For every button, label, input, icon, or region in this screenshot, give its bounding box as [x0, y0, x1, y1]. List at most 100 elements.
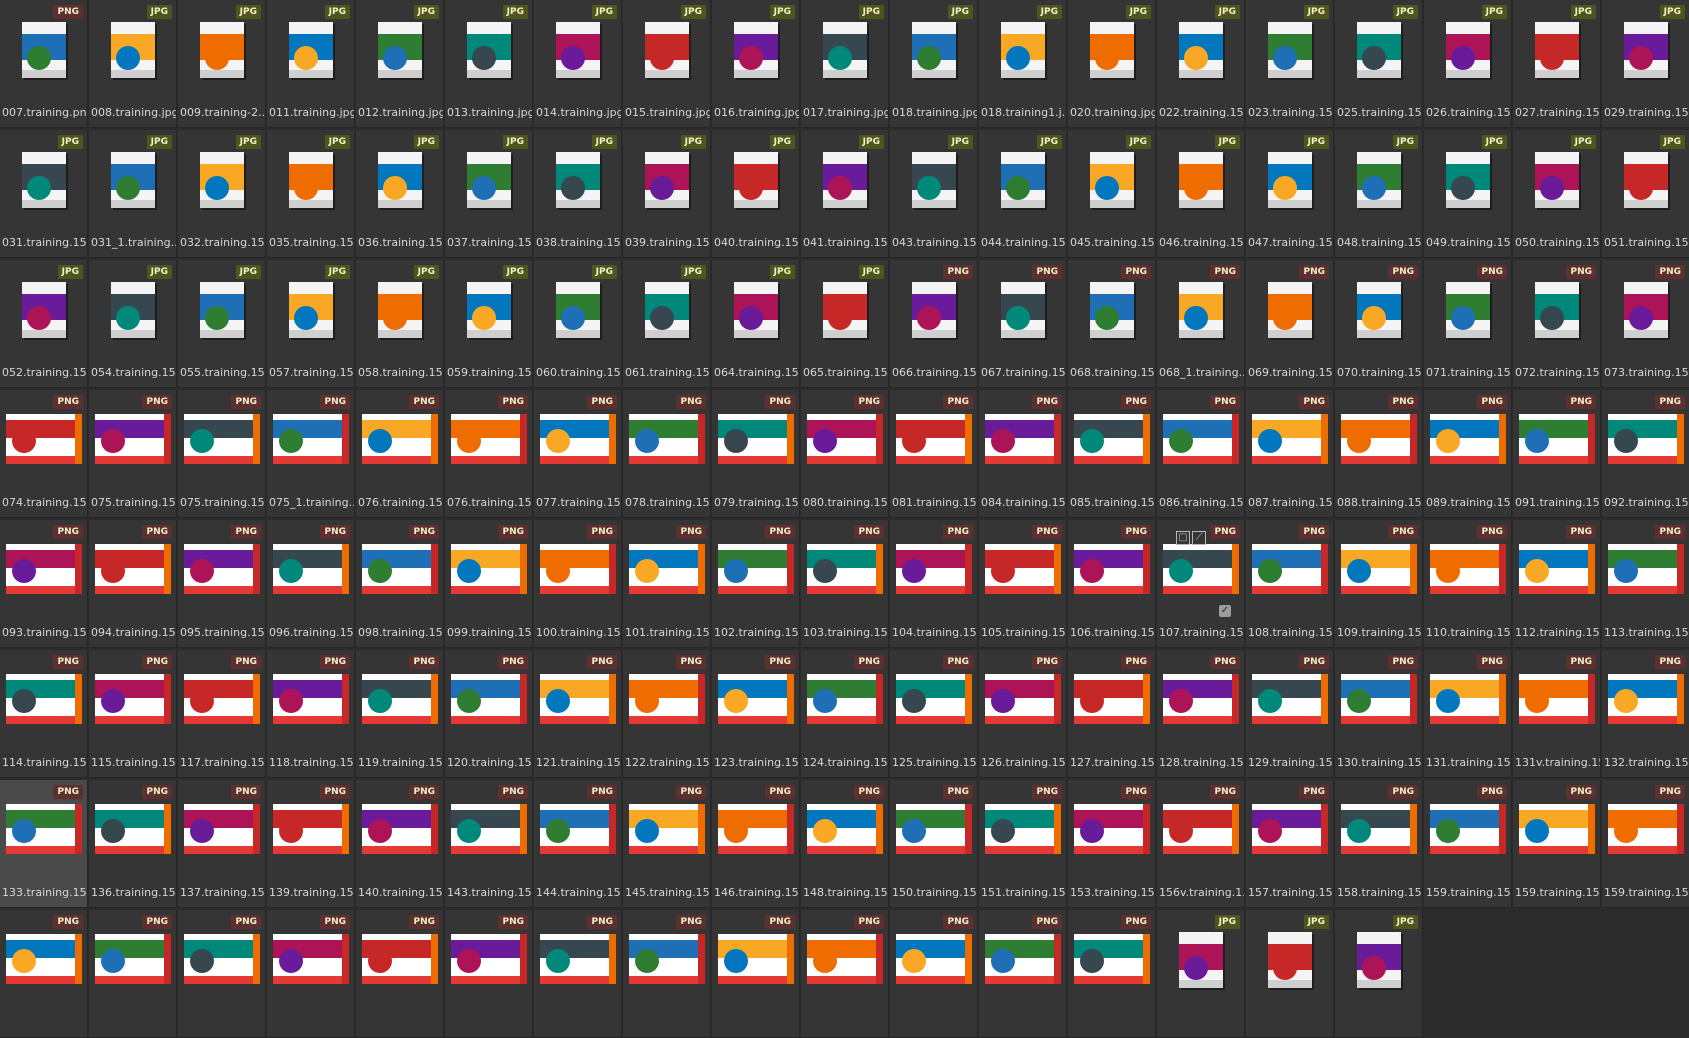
file-thumbnail[interactable]: PNG 089.training.15... — [1424, 390, 1512, 518]
file-thumbnail[interactable]: PNG 156v.training.1... — [1157, 780, 1245, 908]
file-thumbnail[interactable]: PNG 102.training.15... — [712, 520, 800, 648]
file-thumbnail[interactable]: JPG 043.training.15... — [890, 130, 978, 258]
file-thumbnail[interactable]: PNG 115.training.15... — [89, 650, 177, 778]
file-thumbnail[interactable]: JPG 015.training.jpg — [623, 0, 711, 128]
file-thumbnail[interactable]: JPG 031.training.15... — [0, 130, 88, 258]
file-thumbnail[interactable]: PNG 080.training.15... — [801, 390, 889, 518]
file-thumbnail[interactable]: PNG 157.training.15... — [1246, 780, 1334, 908]
file-thumbnail[interactable]: PNG 131.training.15... — [1424, 650, 1512, 778]
file-thumbnail[interactable]: PNG 077.training.15... — [534, 390, 622, 518]
file-thumbnail[interactable]: PNG 066.training.15... — [890, 260, 978, 388]
file-thumbnail[interactable]: PNG 117.training.15... — [178, 650, 266, 778]
file-thumbnail[interactable]: PNG — [890, 910, 978, 1038]
file-thumbnail[interactable]: PNG 112.training.15... — [1513, 520, 1601, 648]
file-thumbnail[interactable]: PNG 107.training.15... ▢⟋ ✓ — [1157, 520, 1245, 648]
file-thumbnail[interactable]: PNG 148.training.15... — [801, 780, 889, 908]
file-thumbnail[interactable]: JPG 035.training.15... — [267, 130, 355, 258]
file-thumbnail[interactable]: PNG 074.training.15... — [0, 390, 88, 518]
file-thumbnail[interactable]: PNG 100.training.15... — [534, 520, 622, 648]
file-thumbnail[interactable]: PNG — [356, 910, 444, 1038]
file-thumbnail[interactable]: PNG 095.training.15... — [178, 520, 266, 648]
file-thumbnail[interactable]: JPG 040.training.15... — [712, 130, 800, 258]
file-thumbnail[interactable]: PNG — [1068, 910, 1156, 1038]
file-thumbnail[interactable]: PNG 081.training.15... — [890, 390, 978, 518]
file-thumbnail[interactable]: JPG — [1157, 910, 1245, 1038]
file-thumbnail[interactable]: PNG 068.training.15... — [1068, 260, 1156, 388]
file-thumbnail[interactable]: JPG 064.training.15... — [712, 260, 800, 388]
file-thumbnail[interactable]: PNG 096.training.15... — [267, 520, 355, 648]
file-thumbnail[interactable]: PNG 158.training.15... — [1335, 780, 1423, 908]
file-thumbnail[interactable]: JPG 038.training.15... — [534, 130, 622, 258]
file-thumbnail[interactable]: PNG — [801, 910, 889, 1038]
file-thumbnail[interactable]: JPG 027.training.15... — [1513, 0, 1601, 128]
edit-icon[interactable]: ⟋ — [1192, 531, 1206, 545]
file-thumbnail[interactable]: PNG 153.training.15... — [1068, 780, 1156, 908]
file-thumbnail[interactable]: JPG 048.training.15... — [1335, 130, 1423, 258]
select-checkbox[interactable]: ✓ — [1219, 605, 1231, 617]
file-thumbnail[interactable]: JPG 059.training.15... — [445, 260, 533, 388]
file-thumbnail[interactable]: PNG — [178, 910, 266, 1038]
file-thumbnail[interactable]: PNG 078.training.15... — [623, 390, 711, 518]
file-thumbnail[interactable]: PNG 132.training.15... — [1602, 650, 1689, 778]
file-thumbnail[interactable]: JPG 051.training.15... — [1602, 130, 1689, 258]
file-thumbnail[interactable]: PNG 151.training.15... — [979, 780, 1067, 908]
file-thumbnail[interactable]: PNG — [445, 910, 533, 1038]
file-thumbnail[interactable]: JPG 018.training.jpg — [890, 0, 978, 128]
file-thumbnail[interactable]: PNG 067.training.15... — [979, 260, 1067, 388]
file-thumbnail[interactable]: PNG 119.training.15... — [356, 650, 444, 778]
file-thumbnail[interactable]: PNG 073.training.15... — [1602, 260, 1689, 388]
file-thumbnail[interactable]: PNG 113.training.15... — [1602, 520, 1689, 648]
file-thumbnail[interactable]: JPG 055.training.15... — [178, 260, 266, 388]
file-thumbnail[interactable]: PNG 093.training.15... — [0, 520, 88, 648]
file-thumbnail[interactable]: JPG 058.training.15... — [356, 260, 444, 388]
file-thumbnail[interactable]: PNG 120.training.15... — [445, 650, 533, 778]
file-thumbnail[interactable]: PNG 118.training.15... — [267, 650, 355, 778]
file-thumbnail[interactable]: JPG — [1335, 910, 1423, 1038]
file-thumbnail[interactable]: PNG 143.training.15... — [445, 780, 533, 908]
file-thumbnail[interactable]: JPG 029.training.15... — [1602, 0, 1689, 128]
file-thumbnail[interactable]: PNG 133.training.15... — [0, 780, 88, 908]
file-thumbnail[interactable]: JPG 025.training.15... — [1335, 0, 1423, 128]
file-thumbnail[interactable]: PNG 105.training.15... — [979, 520, 1067, 648]
file-thumbnail[interactable]: PNG 104.training.15... — [890, 520, 978, 648]
file-thumbnail[interactable]: PNG 150.training.15... — [890, 780, 978, 908]
file-thumbnail[interactable]: JPG 041.training.15... — [801, 130, 889, 258]
file-thumbnail[interactable]: PNG 129.training.15... — [1246, 650, 1334, 778]
file-thumbnail[interactable]: PNG 110.training.15... — [1424, 520, 1512, 648]
file-thumbnail[interactable]: JPG 044.training.15... — [979, 130, 1067, 258]
file-thumbnail[interactable]: PNG 098.training.15... — [356, 520, 444, 648]
file-thumbnail[interactable]: PNG 007.training.png — [0, 0, 88, 128]
hover-tools[interactable]: ▢ ⟋ — [1176, 525, 1208, 545]
file-thumbnail[interactable]: JPG 013.training.jpg — [445, 0, 533, 128]
file-thumbnail[interactable]: PNG 137.training.15... — [178, 780, 266, 908]
file-thumbnail[interactable]: PNG 159.training.15... — [1424, 780, 1512, 908]
frame-icon[interactable]: ▢ — [1176, 531, 1190, 545]
file-thumbnail[interactable]: PNG 125.training.15... — [890, 650, 978, 778]
file-thumbnail[interactable]: PNG 085.training.15... — [1068, 390, 1156, 518]
file-thumbnail[interactable]: JPG 039.training.15... — [623, 130, 711, 258]
file-thumbnail[interactable]: JPG 065.training.15... — [801, 260, 889, 388]
file-thumbnail[interactable]: PNG 144.training.15... — [534, 780, 622, 908]
file-thumbnail[interactable]: PNG 109.training.15... — [1335, 520, 1423, 648]
file-thumbnail[interactable]: JPG 054.training.15... — [89, 260, 177, 388]
file-thumbnail[interactable]: PNG 145.training.15... — [623, 780, 711, 908]
file-thumbnail[interactable]: JPG 018.training1.j... — [979, 0, 1067, 128]
file-thumbnail[interactable]: PNG 130.training.15... — [1335, 650, 1423, 778]
file-thumbnail[interactable]: JPG 050.training.15... — [1513, 130, 1601, 258]
file-thumbnail[interactable]: PNG 092.training.15... — [1602, 390, 1689, 518]
file-thumbnail[interactable]: PNG 069.training.15... — [1246, 260, 1334, 388]
file-thumbnail[interactable]: JPG 031_1.training.... — [89, 130, 177, 258]
file-thumbnail[interactable]: JPG 020.training.jpg — [1068, 0, 1156, 128]
file-thumbnail[interactable]: JPG 061.training.15... — [623, 260, 711, 388]
file-thumbnail[interactable]: PNG — [534, 910, 622, 1038]
file-thumbnail[interactable]: PNG 136.training.15... — [89, 780, 177, 908]
file-thumbnail[interactable]: JPG 037.training.15... — [445, 130, 533, 258]
file-thumbnail[interactable]: PNG 106.training.15... — [1068, 520, 1156, 648]
file-thumbnail[interactable]: PNG 121.training.15... — [534, 650, 622, 778]
file-thumbnail[interactable]: PNG 068_1.training.... — [1157, 260, 1245, 388]
file-thumbnail[interactable]: PNG 140.training.15... — [356, 780, 444, 908]
file-thumbnail[interactable]: PNG 127.training.15... — [1068, 650, 1156, 778]
file-thumbnail[interactable]: PNG — [0, 910, 88, 1038]
file-thumbnail[interactable]: PNG 075_1.training.... — [267, 390, 355, 518]
file-thumbnail[interactable]: PNG 126.training.15... — [979, 650, 1067, 778]
